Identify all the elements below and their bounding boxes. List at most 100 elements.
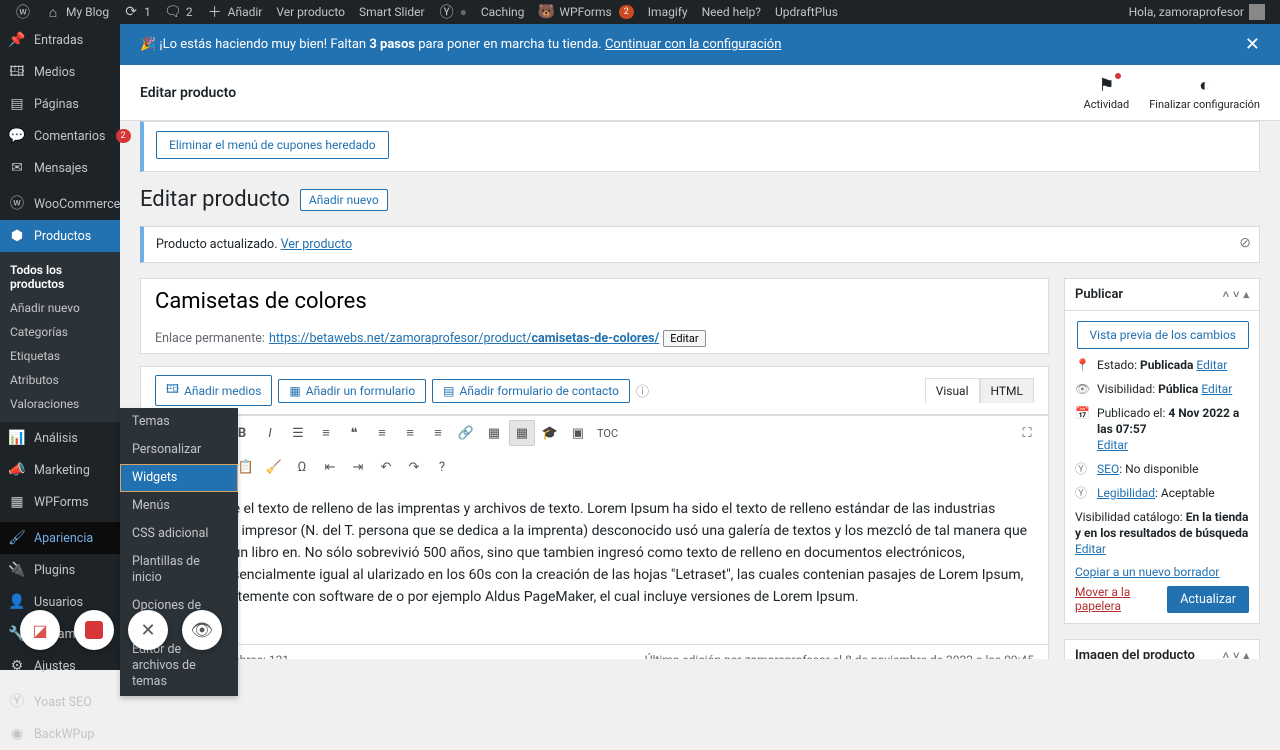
rec-marker-button[interactable]: ◪: [20, 610, 60, 650]
remove-coupons-button[interactable]: Eliminar el menú de cupones heredado: [156, 131, 389, 159]
permalink-link[interactable]: https://betawebs.net/zamoraprofesor/prod…: [269, 331, 659, 346]
activity-button[interactable]: ⚑Actividad: [1084, 75, 1130, 111]
menu-yoast[interactable]: ⓎYoast SEO: [0, 686, 120, 718]
flyout-plantillas[interactable]: Plantillas de inicio: [120, 548, 238, 592]
indent-button[interactable]: ⇥: [345, 454, 371, 480]
flyout-temas[interactable]: Temas: [120, 408, 238, 436]
redo-button[interactable]: ↷: [401, 454, 427, 480]
clear-button[interactable]: 🧹: [261, 454, 287, 480]
move-up-icon[interactable]: ˄: [1223, 649, 1229, 659]
menu-productos[interactable]: ⬢Productos: [0, 220, 120, 252]
imagify[interactable]: Imagify: [641, 0, 695, 24]
undo-button[interactable]: ↶: [373, 454, 399, 480]
align-right-button[interactable]: ≡: [425, 420, 451, 446]
updraft[interactable]: UpdraftPlus: [768, 0, 845, 24]
banner-close[interactable]: ✕: [1245, 34, 1260, 55]
menu-medios[interactable]: 🖽Medios: [0, 56, 120, 88]
edit-catalog-link[interactable]: Editar: [1075, 542, 1106, 556]
subitem-todos[interactable]: Todos los productos: [0, 258, 120, 296]
site-name[interactable]: ⌂My Blog: [38, 0, 116, 24]
add-new-button[interactable]: Añadir nuevo: [300, 189, 388, 211]
char-button[interactable]: Ω: [289, 454, 315, 480]
ol-button[interactable]: ≡: [313, 420, 339, 446]
comments-bubble[interactable]: 🗨2: [158, 0, 200, 24]
menu-analisis[interactable]: 📊Análisis: [0, 422, 120, 454]
menu-comentarios[interactable]: 💬Comentarios2: [0, 120, 120, 152]
toolbar-toggle[interactable]: ▦: [509, 420, 535, 446]
link-button[interactable]: 🔗: [453, 420, 479, 446]
need-help[interactable]: Need help?: [695, 0, 768, 24]
toc-button[interactable]: TOC: [593, 420, 622, 446]
move-up-icon[interactable]: ˄: [1223, 288, 1229, 301]
copy-draft-link[interactable]: Copiar a un nuevo borrador: [1075, 565, 1219, 579]
legib-link[interactable]: Legibilidad: [1097, 486, 1155, 500]
add-form-button[interactable]: ▦Añadir un formulario: [278, 379, 426, 403]
subitem-atributos[interactable]: Atributos: [0, 368, 120, 392]
move-down-icon[interactable]: ˅: [1233, 288, 1239, 301]
icon-button[interactable]: ▣: [565, 420, 591, 446]
align-left-button[interactable]: ≡: [369, 420, 395, 446]
dismiss-notice[interactable]: ⊘: [1239, 235, 1251, 251]
edit-visibility-link[interactable]: Editar: [1201, 382, 1232, 396]
menu-woocommerce[interactable]: ⓦWooCommerce: [0, 188, 120, 220]
tab-html[interactable]: HTML: [980, 378, 1035, 403]
subitem-anadir[interactable]: Añadir nuevo: [0, 296, 120, 320]
edit-date-link[interactable]: Editar: [1097, 438, 1128, 452]
preview-button[interactable]: Vista previa de los cambios: [1077, 321, 1249, 349]
smart-slider[interactable]: Smart Slider: [352, 0, 432, 24]
fullscreen-button[interactable]: ⛶: [1014, 420, 1040, 446]
toggle-icon[interactable]: ▴: [1243, 649, 1249, 659]
seo-link[interactable]: SEO: [1097, 462, 1119, 476]
help-icon[interactable]: ⓘ: [636, 381, 649, 400]
outdent-button[interactable]: ⇤: [317, 454, 343, 480]
ul-button[interactable]: ☰: [285, 420, 311, 446]
readmore-button[interactable]: ▦: [481, 420, 507, 446]
finalize-button[interactable]: ◐Finalizar configuración: [1149, 75, 1260, 111]
flyout-menus[interactable]: Menús: [120, 492, 238, 520]
flyout-personalizar[interactable]: Personalizar: [120, 436, 238, 464]
rec-hide-button[interactable]: 👁: [182, 610, 222, 650]
edit-status-link[interactable]: Editar: [1196, 358, 1227, 372]
my-account[interactable]: Hola, zamoraprofesor: [1122, 0, 1272, 24]
menu-plugins[interactable]: 🔌Plugins: [0, 554, 120, 586]
move-down-icon[interactable]: ˅: [1233, 649, 1239, 659]
update-button[interactable]: Actualizar: [1167, 586, 1249, 613]
toggle-icon[interactable]: ▴: [1243, 288, 1249, 301]
rec-close-button[interactable]: ✕: [128, 610, 168, 650]
add-media-button[interactable]: 🖽Añadir medios: [155, 375, 272, 406]
banner-link[interactable]: Continuar con la configuración: [605, 37, 781, 52]
caching[interactable]: Caching: [474, 0, 532, 24]
subitem-etiquetas[interactable]: Etiquetas: [0, 344, 120, 368]
permalink-edit-button[interactable]: Editar: [663, 330, 705, 347]
view-product-link[interactable]: Ver producto: [281, 237, 353, 252]
menu-marketing[interactable]: 📣Marketing: [0, 454, 120, 486]
menu-entradas[interactable]: 📌Entradas: [0, 24, 120, 56]
view-product[interactable]: Ver producto: [269, 0, 352, 24]
subitem-categorias[interactable]: Categorías: [0, 320, 120, 344]
rec-stop-button[interactable]: [74, 610, 114, 650]
quote-button[interactable]: ❝: [341, 420, 367, 446]
tab-visual[interactable]: Visual: [925, 378, 980, 403]
updates[interactable]: ⟳1: [116, 0, 158, 24]
menu-paginas[interactable]: ▤Páginas: [0, 88, 120, 120]
italic-button[interactable]: I: [257, 420, 283, 446]
trash-link[interactable]: Mover a la papelera: [1075, 585, 1167, 613]
editor-body[interactable]: simplemente el texto de relleno de las i…: [141, 484, 1048, 644]
flyout-widgets[interactable]: Widgets: [120, 464, 238, 492]
wp-logo[interactable]: ⓦ: [8, 0, 38, 24]
align-center-button[interactable]: ≡: [397, 420, 423, 446]
special-button[interactable]: 🎓: [537, 420, 563, 446]
title-input[interactable]: [141, 279, 1048, 324]
menu-ajustes[interactable]: ⚙Ajustes: [0, 650, 120, 682]
wpforms-item[interactable]: 🐻WPForms2: [531, 0, 640, 24]
menu-mensajes[interactable]: ✉Mensajes: [0, 152, 120, 184]
subitem-valoraciones[interactable]: Valoraciones: [0, 392, 120, 416]
add-new[interactable]: ＋Añadir: [200, 0, 270, 24]
add-contact-button[interactable]: ▤Añadir formulario de contacto: [432, 379, 630, 403]
menu-wpforms[interactable]: ▦WPForms: [0, 486, 120, 518]
kbd-help-button[interactable]: ?: [429, 454, 455, 480]
yoast-icon[interactable]: Ⓨ●: [432, 0, 474, 24]
menu-apariencia[interactable]: 🖌Apariencia: [0, 522, 120, 554]
flyout-css[interactable]: CSS adicional: [120, 520, 238, 548]
menu-backwpup[interactable]: ◉BackWPup: [0, 718, 120, 750]
